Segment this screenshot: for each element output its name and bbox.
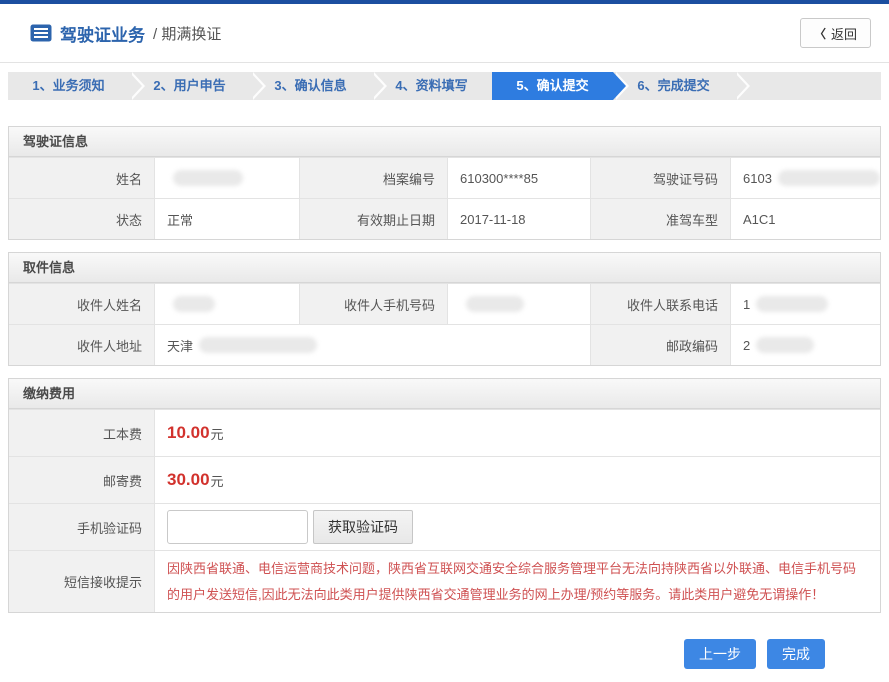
- sms-notice-cell: 因陕西省联通、电信运营商技术问题，陕西省互联网交通安全综合服务管理平台无法向持陕…: [155, 550, 880, 612]
- license-row-2: 状态 正常 有效期止日期 2017-11-18 准驾车型 A1C1: [9, 198, 880, 239]
- sms-notice-text: 因陕西省联通、电信运营商技术问题，陕西省互联网交通安全综合服务管理平台无法向持陕…: [167, 556, 880, 608]
- work-fee-unit: 元: [211, 424, 224, 443]
- recipient-phone-label: 收件人联系电话: [591, 283, 731, 324]
- vehicle-class-label: 准驾车型: [591, 198, 731, 239]
- license-row-1: 姓名 档案编号 610300****85 驾驶证号码 6103: [9, 157, 880, 198]
- captcha-cell: 获取验证码: [155, 503, 880, 550]
- recipient-mobile-label: 收件人手机号码: [300, 283, 448, 324]
- post-fee-amount: 30.00: [167, 470, 210, 490]
- redacted-name: [173, 170, 243, 186]
- get-code-button[interactable]: 获取验证码: [313, 510, 413, 544]
- recipient-mobile-value: [448, 283, 591, 324]
- expiry-value: 2017-11-18: [448, 198, 591, 239]
- step-5-confirm-submit-active: 5、确认提交: [492, 72, 613, 100]
- finish-button[interactable]: 完成: [767, 639, 825, 669]
- page-header: 驾驶证业务 / 期满换证 〈 返回: [0, 4, 889, 63]
- post-fee-value: 30.00元: [155, 456, 880, 503]
- work-fee-row: 工本费 10.00元: [9, 409, 880, 456]
- license-no-label: 驾驶证号码: [591, 157, 731, 198]
- expiry-label: 有效期止日期: [300, 198, 448, 239]
- footer-actions: 上一步 完成: [0, 639, 889, 669]
- sms-notice-row: 短信接收提示 因陕西省联通、电信运营商技术问题，陕西省互联网交通安全综合服务管理…: [9, 550, 880, 612]
- breadcrumb: / 期满换证: [153, 23, 221, 44]
- name-value: [155, 157, 300, 198]
- redacted-license-no: [778, 170, 880, 186]
- post-fee-label: 邮寄费: [9, 456, 155, 503]
- step-1-business-notice: 1、业务须知: [8, 72, 129, 100]
- recipient-address-label: 收件人地址: [9, 324, 155, 365]
- name-label: 姓名: [9, 157, 155, 198]
- step-nav: 1、业务须知 2、用户申告 3、确认信息 4、资料填写 5、确认提交 6、完成提…: [8, 72, 881, 100]
- pickup-row-2: 收件人地址 天津 邮政编码 2: [9, 324, 880, 365]
- recipient-phone-value: 1: [731, 283, 880, 324]
- work-fee-value: 10.00元: [155, 409, 880, 456]
- list-icon: [30, 24, 52, 42]
- work-fee-label: 工本费: [9, 409, 155, 456]
- license-section-title: 驾驶证信息: [9, 127, 880, 157]
- back-button-label: 返回: [831, 24, 857, 43]
- back-button[interactable]: 〈 返回: [800, 18, 871, 48]
- postal-code-value: 2: [731, 324, 880, 365]
- pickup-row-1: 收件人姓名 收件人手机号码 收件人联系电话 1: [9, 283, 880, 324]
- status-value: 正常: [155, 198, 300, 239]
- step-4-fill-data: 4、资料填写: [371, 72, 492, 100]
- redacted-recipient-phone: [756, 296, 828, 312]
- status-label: 状态: [9, 198, 155, 239]
- step-3-confirm-info: 3、确认信息: [250, 72, 371, 100]
- step-6-complete-submit: 6、完成提交: [613, 72, 734, 100]
- captcha-input[interactable]: [167, 510, 308, 544]
- recipient-address-value: 天津: [155, 324, 591, 365]
- previous-step-button[interactable]: 上一步: [684, 639, 756, 669]
- file-no-label: 档案编号: [300, 157, 448, 198]
- redacted-recipient-address: [199, 337, 317, 353]
- redacted-recipient-name: [173, 296, 215, 312]
- fees-section-title: 缴纳费用: [9, 379, 880, 409]
- license-no-value: 6103: [731, 157, 880, 198]
- recipient-name-label: 收件人姓名: [9, 283, 155, 324]
- page-title: 驾驶证业务: [60, 21, 145, 46]
- step-2-user-declaration: 2、用户申告: [129, 72, 250, 100]
- captcha-label: 手机验证码: [9, 503, 155, 550]
- pickup-section-title: 取件信息: [9, 253, 880, 283]
- vehicle-class-value: A1C1: [731, 198, 880, 239]
- license-info-section: 驾驶证信息 姓名 档案编号 610300****85 驾驶证号码 6103 状态…: [8, 126, 881, 240]
- postal-code-label: 邮政编码: [591, 324, 731, 365]
- file-no-value: 610300****85: [448, 157, 591, 198]
- post-fee-unit: 元: [211, 471, 224, 490]
- chevron-left-icon: 〈: [814, 25, 826, 42]
- sms-notice-label: 短信接收提示: [9, 550, 155, 612]
- redacted-recipient-mobile: [466, 296, 524, 312]
- post-fee-row: 邮寄费 30.00元: [9, 456, 880, 503]
- fees-section: 缴纳费用 工本费 10.00元 邮寄费 30.00元 手机验证码 获取验证码 短…: [8, 378, 881, 613]
- work-fee-amount: 10.00: [167, 423, 210, 443]
- redacted-postal-code: [756, 337, 814, 353]
- recipient-name-value: [155, 283, 300, 324]
- pickup-info-section: 取件信息 收件人姓名 收件人手机号码 收件人联系电话 1 收件人地址 天津 邮政…: [8, 252, 881, 366]
- captcha-row: 手机验证码 获取验证码: [9, 503, 880, 550]
